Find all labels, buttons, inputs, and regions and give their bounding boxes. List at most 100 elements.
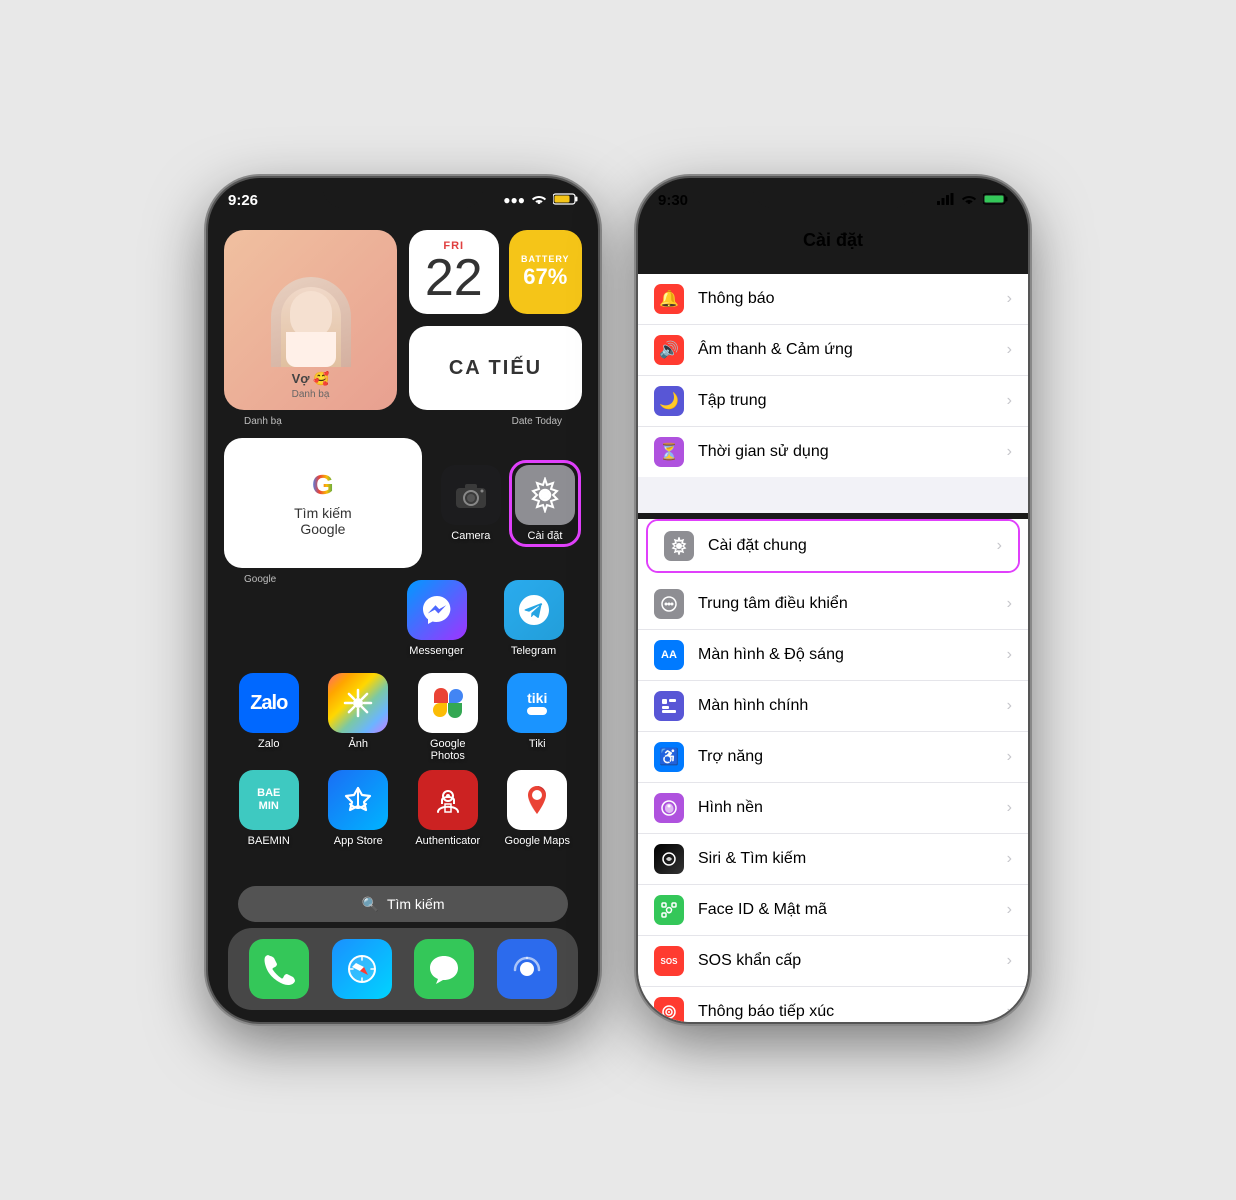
camera-label: Camera	[451, 530, 490, 542]
notch-1	[323, 178, 483, 208]
thoigian-icon: ⏳	[654, 437, 684, 467]
baemin-icon: BAEMIN	[239, 770, 299, 830]
widget-battery[interactable]: BATTERY 67%	[509, 230, 583, 314]
zalo-icon: Zalo	[239, 673, 299, 733]
dock-signal[interactable]	[491, 939, 563, 999]
tiepxuc-label: Thông báo tiếp xúc	[698, 1003, 1007, 1021]
safari-app-icon	[332, 939, 392, 999]
settings-item-amthanh[interactable]: 🔊 Âm thanh & Cảm ứng ›	[638, 325, 1028, 376]
settings-item-manhinh[interactable]: AA Màn hình & Độ sáng ›	[638, 630, 1028, 681]
hinnen-label: Hình nền	[698, 799, 1007, 817]
tiepxuc-icon	[654, 997, 684, 1022]
settings-item-thoigian[interactable]: ⏳ Thời gian sử dụng ›	[638, 427, 1028, 477]
date-today-label: Date Today	[512, 416, 562, 427]
dock-messages[interactable]	[408, 939, 480, 999]
settings-item-faceid[interactable]: Face ID & Mật mã ›	[638, 885, 1028, 936]
battery-pct: 67%	[523, 264, 567, 290]
dock-safari[interactable]	[326, 939, 398, 999]
authenticator-icon	[418, 770, 478, 830]
app-photos[interactable]: Ảnh	[322, 673, 394, 762]
faceid-label: Face ID & Mật mã	[698, 901, 1007, 919]
app-telegram[interactable]: Telegram	[498, 580, 570, 657]
camera-app-icon	[441, 465, 501, 525]
amthanh-icon: 🔊	[654, 335, 684, 365]
appstore-label: App Store	[334, 835, 383, 847]
google-g-letter: G	[312, 469, 334, 501]
settings-page-title: Cài đặt	[638, 222, 1028, 259]
widget-date[interactable]: FRI 22	[409, 230, 499, 314]
settings-item-tronang[interactable]: ♿ Trợ năng ›	[638, 732, 1028, 783]
messages-app-icon	[414, 939, 474, 999]
app-google-photos[interactable]: Google Photos	[412, 673, 484, 762]
dock-phone[interactable]	[243, 939, 315, 999]
settings-item-siri[interactable]: Siri & Tìm kiếm ›	[638, 834, 1028, 885]
thongbao-label: Thông báo	[698, 290, 1007, 308]
app-tiki[interactable]: tiki Tiki	[501, 673, 573, 762]
tronang-chevron: ›	[1007, 748, 1012, 766]
appstore-icon	[328, 770, 388, 830]
google-text2: Google	[300, 521, 345, 537]
photos-icon	[328, 673, 388, 733]
googlemaps-icon	[507, 770, 567, 830]
sos-label: SOS khẩn cấp	[698, 952, 1007, 970]
settings-group-2: Cài đặt chung › Trung tâm điều khiển › A…	[638, 519, 1028, 1022]
app-appstore[interactable]: App Store	[322, 770, 394, 847]
app-zalo[interactable]: Zalo Zalo	[233, 673, 305, 762]
app-camera[interactable]: Camera	[435, 465, 507, 542]
hinnen-chevron: ›	[1007, 799, 1012, 817]
hinnen-icon	[654, 793, 684, 823]
signal-app-icon	[497, 939, 557, 999]
status-icons-1: ●●●	[503, 193, 578, 208]
wifi-icon-1	[531, 193, 547, 208]
sos-icon: SOS	[654, 946, 684, 976]
phone-1: 9:26 ●●● Vợ 🥰	[208, 178, 598, 1022]
settings-item-caidatchung[interactable]: Cài đặt chung ›	[648, 521, 1018, 571]
settings-app-icon	[515, 465, 575, 525]
battery-label: BATTERY	[521, 254, 570, 264]
app-settings-highlighted[interactable]: Cài đặt	[509, 460, 581, 547]
baemin-label: BAEMIN	[248, 835, 290, 847]
amthanh-chevron: ›	[1007, 341, 1012, 359]
settings-item-hinnen[interactable]: Hình nền ›	[638, 783, 1028, 834]
signal-icon-1: ●●●	[503, 193, 525, 207]
manhinhchinh-label: Màn hình chính	[698, 697, 1007, 715]
settings-item-trungtam[interactable]: Trung tâm điều khiển ›	[638, 579, 1028, 630]
settings-item-thongbao[interactable]: 🔔 Thông báo ›	[638, 274, 1028, 325]
faceid-icon	[654, 895, 684, 925]
ca-tieu-text: CA TIẾU	[449, 357, 542, 380]
messenger-icon	[407, 580, 467, 640]
widget-contact[interactable]: Vợ 🥰 Danh bạ	[224, 230, 397, 410]
amthanh-label: Âm thanh & Cảm ứng	[698, 341, 1007, 359]
caidatchung-chevron: ›	[997, 537, 1002, 555]
search-bar[interactable]: 🔍 Tìm kiếm	[238, 886, 568, 922]
settings-item-manhinhchinh[interactable]: Màn hình chính ›	[638, 681, 1028, 732]
app-authenticator[interactable]: Authenticator	[412, 770, 484, 847]
google-photos-icon	[418, 673, 478, 733]
status-time-2: 9:30	[658, 192, 688, 209]
tronang-icon: ♿	[654, 742, 684, 772]
tiki-icon: tiki	[507, 673, 567, 733]
taptrung-chevron: ›	[1007, 392, 1012, 410]
thoigian-chevron: ›	[1007, 443, 1012, 461]
settings-item-taptrung[interactable]: 🌙 Tập trung ›	[638, 376, 1028, 427]
sos-chevron: ›	[1007, 952, 1012, 970]
app-googlemaps[interactable]: Google Maps	[501, 770, 573, 847]
messenger-label: Messenger	[409, 645, 463, 657]
widget-google[interactable]: G Tìm kiếm Google	[224, 438, 422, 568]
search-text: Tìm kiếm	[387, 896, 445, 912]
settings-item-tiepxuc[interactable]: Thông báo tiếp xúc ›	[638, 987, 1028, 1022]
battery-icon-1	[553, 193, 578, 208]
wifi-icon-2	[961, 193, 977, 208]
phone-2: 9:30 Cài đặt 🔔 Thôn	[638, 178, 1028, 1022]
manhinhchinh-chevron: ›	[1007, 697, 1012, 715]
manhinh-icon: AA	[654, 640, 684, 670]
app-baemin[interactable]: BAEMIN BAEMIN	[233, 770, 305, 847]
widget-ca-tieu[interactable]: CA TIẾU	[409, 326, 582, 410]
widget-date-num: 22	[425, 252, 483, 304]
settings-item-sos[interactable]: SOS SOS khẩn cấp ›	[638, 936, 1028, 987]
settings-item-caidatchung-wrapper: Cài đặt chung ›	[646, 519, 1020, 573]
settings-group-1: 🔔 Thông báo › 🔊 Âm thanh & Cảm ứng › 🌙 T…	[638, 274, 1028, 477]
trungtam-chevron: ›	[1007, 595, 1012, 613]
dock	[228, 928, 578, 1010]
app-messenger[interactable]: Messenger	[401, 580, 473, 657]
